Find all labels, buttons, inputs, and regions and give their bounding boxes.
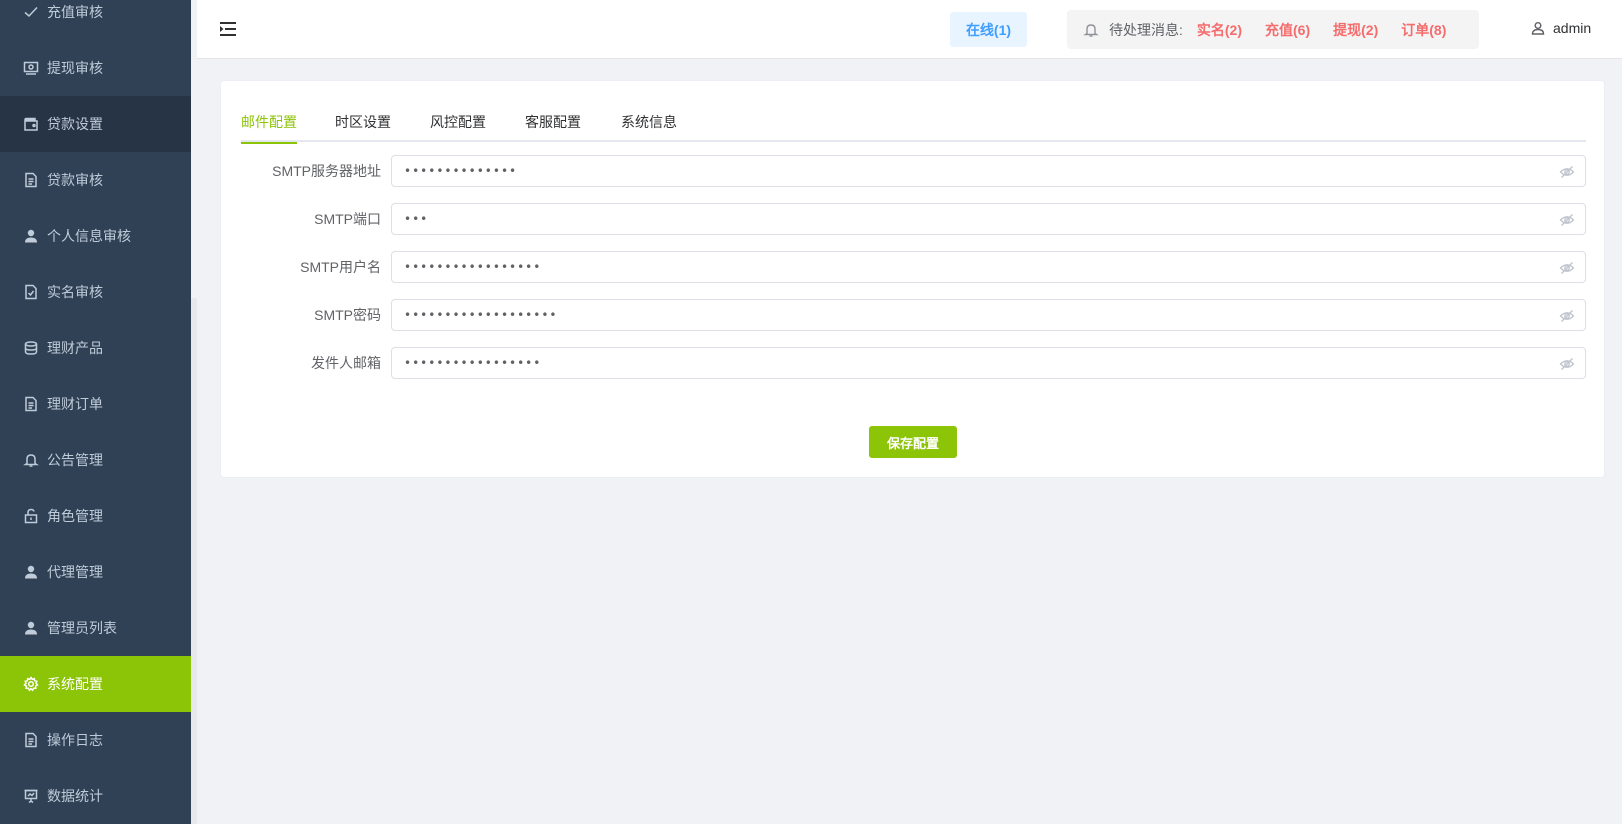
form-row-smtp-host: SMTP服务器地址 [241,155,1586,187]
check-icon [23,4,39,20]
sender-email-label: 发件人邮箱 [311,355,381,371]
sidebar-item-label: 实名审核 [47,284,103,300]
sidebar-item-recharge-review[interactable]: 充值审核 [0,0,191,40]
smtp-host-field-wrapper [391,155,1586,187]
sender-email-field-wrapper [391,347,1586,379]
pending-withdraw-link[interactable]: 提现(2) [1333,20,1378,40]
form-row-sender-email: 发件人邮箱 [241,347,1586,379]
tab-label: 时区设置 [335,114,391,130]
document-check-icon [23,284,39,300]
user-icon [23,228,39,244]
user-icon [1531,21,1545,35]
username: admin [1553,20,1592,36]
sidebar-item-operation-log[interactable]: 操作日志 [0,712,191,768]
document-icon [23,732,39,748]
save-config-button[interactable]: 保存配置 [869,426,957,458]
tab-customer-service-config[interactable]: 客服配置 [525,109,581,142]
config-tabs: 邮件配置 时区设置 风控配置 客服配置 系统信息 [241,109,1586,144]
sidebar-item-wealth-products[interactable]: 理财产品 [0,320,191,376]
document-icon [23,396,39,412]
bell-icon [23,452,39,468]
presentation-chart-icon [23,788,39,804]
sidebar-item-label: 代理管理 [47,564,103,580]
smtp-password-input[interactable] [404,308,1551,322]
sidebar-item-label: 理财产品 [47,340,103,356]
form-row-smtp-password: SMTP密码 [241,299,1586,331]
sidebar-item-label: 充值审核 [47,4,103,20]
sidebar-item-realname-review[interactable]: 实名审核 [0,264,191,320]
pending-recharge-link[interactable]: 充值(6) [1265,20,1310,40]
tab-label: 客服配置 [525,114,581,130]
eye-off-icon[interactable] [1559,356,1575,372]
sidebar: 充值审核 提现审核 贷款设置 贷款审核 个人信息审核 实名审核 理财产品 理财订… [0,0,191,824]
pending-realname-link[interactable]: 实名(2) [1197,20,1242,40]
sidebar-item-label: 理财订单 [47,396,103,412]
sidebar-item-statistics[interactable]: 数据统计 [0,768,191,824]
sidebar-item-system-config[interactable]: 系统配置 [0,656,191,712]
eye-off-icon[interactable] [1559,212,1575,228]
sidebar-item-agent-management[interactable]: 代理管理 [0,544,191,600]
sidebar-item-loan-review[interactable]: 贷款审核 [0,152,191,208]
eye-off-icon[interactable] [1559,308,1575,324]
smtp-host-label: SMTP服务器地址 [272,163,381,179]
tab-label: 风控配置 [430,114,486,130]
sidebar-item-label: 系统配置 [47,676,103,692]
tab-system-info[interactable]: 系统信息 [621,109,677,142]
tab-label: 邮件配置 [241,114,297,130]
smtp-port-input[interactable] [404,212,1551,226]
smtp-port-field-wrapper [391,203,1586,235]
sidebar-item-label: 角色管理 [47,508,103,524]
tab-timezone-settings[interactable]: 时区设置 [335,109,391,142]
eye-off-icon[interactable] [1559,260,1575,276]
menu-toggle-icon[interactable] [219,21,237,37]
sidebar-item-label: 个人信息审核 [47,228,131,244]
coins-icon [23,340,39,356]
pending-messages-bar: 待处理消息: 实名(2) 充值(6) 提现(2) 订单(8) [1067,10,1479,49]
smtp-username-input[interactable] [404,260,1551,274]
wallet-icon [23,116,39,132]
sidebar-item-personal-info-review[interactable]: 个人信息审核 [0,208,191,264]
smtp-port-label: SMTP端口 [314,211,381,227]
user-icon [23,620,39,636]
user-menu[interactable]: admin [1531,20,1591,36]
document-icon [23,172,39,188]
sidebar-item-admin-list[interactable]: 管理员列表 [0,600,191,656]
sidebar-item-label: 操作日志 [47,732,103,748]
config-card: 邮件配置 时区设置 风控配置 客服配置 系统信息 SMTP服务器地址 SMTP端… [220,80,1605,478]
tab-label: 系统信息 [621,114,677,130]
sidebar-item-label: 数据统计 [47,788,103,804]
sidebar-item-label: 贷款审核 [47,172,103,188]
sidebar-item-loan-settings[interactable]: 贷款设置 [0,96,191,152]
sidebar-item-announcements[interactable]: 公告管理 [0,432,191,488]
form-row-smtp-port: SMTP端口 [241,203,1586,235]
smtp-password-label: SMTP密码 [314,307,381,323]
unlock-icon [23,508,39,524]
smtp-username-field-wrapper [391,251,1586,283]
pending-messages-label: 待处理消息: [1109,21,1183,38]
user-icon [23,564,39,580]
smtp-host-input[interactable] [404,164,1551,178]
sidebar-item-label: 贷款设置 [47,116,103,132]
eye-off-icon[interactable] [1559,164,1575,180]
sidebar-item-label: 管理员列表 [47,620,117,636]
pending-orders-link[interactable]: 订单(8) [1401,20,1446,40]
money-icon [23,60,39,76]
sidebar-item-label: 公告管理 [47,452,103,468]
sidebar-item-role-management[interactable]: 角色管理 [0,488,191,544]
sidebar-item-withdraw-review[interactable]: 提现审核 [0,40,191,96]
sidebar-item-wealth-orders[interactable]: 理财订单 [0,376,191,432]
top-header: 在线(1) 待处理消息: 实名(2) 充值(6) 提现(2) 订单(8) adm… [197,0,1622,59]
smtp-password-field-wrapper [391,299,1586,331]
gear-icon [23,676,39,692]
online-count-badge[interactable]: 在线(1) [950,12,1027,47]
bell-icon [1083,22,1099,38]
sidebar-item-label: 提现审核 [47,60,103,76]
sidebar-scrollbar[interactable] [191,298,197,824]
active-tab-indicator [241,142,297,144]
sender-email-input[interactable] [404,356,1551,370]
tab-email-config[interactable]: 邮件配置 [241,109,297,144]
tab-risk-config[interactable]: 风控配置 [430,109,486,142]
smtp-username-label: SMTP用户名 [300,259,381,275]
form-row-smtp-username: SMTP用户名 [241,251,1586,283]
